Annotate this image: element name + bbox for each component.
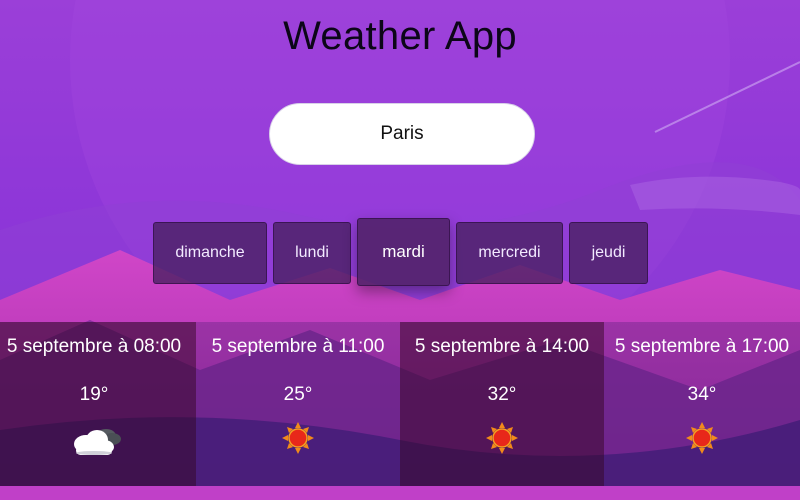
forecast-item: 5 septembre à 17:00 34° xyxy=(604,322,800,486)
forecast-time: 5 septembre à 08:00 xyxy=(6,336,182,357)
forecast-item: 5 septembre à 11:00 25° xyxy=(196,322,400,486)
sun-icon xyxy=(486,422,518,454)
tab-jeudi[interactable]: jeudi xyxy=(569,222,648,284)
forecast-item: 5 septembre à 14:00 32° xyxy=(400,322,604,486)
forecast-temp: 34° xyxy=(687,384,717,405)
sun-icon xyxy=(686,422,718,454)
tab-mercredi[interactable]: mercredi xyxy=(456,222,563,284)
tab-lundi[interactable]: lundi xyxy=(273,222,351,284)
forecast-list: 5 septembre à 08:00 19° 5 septembre à 11… xyxy=(0,322,800,486)
tab-dimanche[interactable]: dimanche xyxy=(153,222,267,284)
forecast-temp: 25° xyxy=(283,384,313,405)
sun-icon xyxy=(282,422,314,454)
forecast-item: 5 septembre à 08:00 19° xyxy=(0,322,196,486)
forecast-time: 5 septembre à 11:00 xyxy=(211,336,385,357)
app-title: Weather App xyxy=(283,14,517,58)
partly-cloudy-icon xyxy=(74,429,121,455)
tab-mardi[interactable]: mardi xyxy=(357,218,450,286)
forecast-temp: 19° xyxy=(79,384,109,405)
city-search-input[interactable] xyxy=(269,103,535,165)
forecast-temp: 32° xyxy=(487,384,517,405)
forecast-time: 5 septembre à 14:00 xyxy=(414,336,590,357)
day-tabs: dimanche lundi mardi mercredi jeudi xyxy=(0,218,800,286)
forecast-time: 5 septembre à 17:00 xyxy=(614,336,790,357)
